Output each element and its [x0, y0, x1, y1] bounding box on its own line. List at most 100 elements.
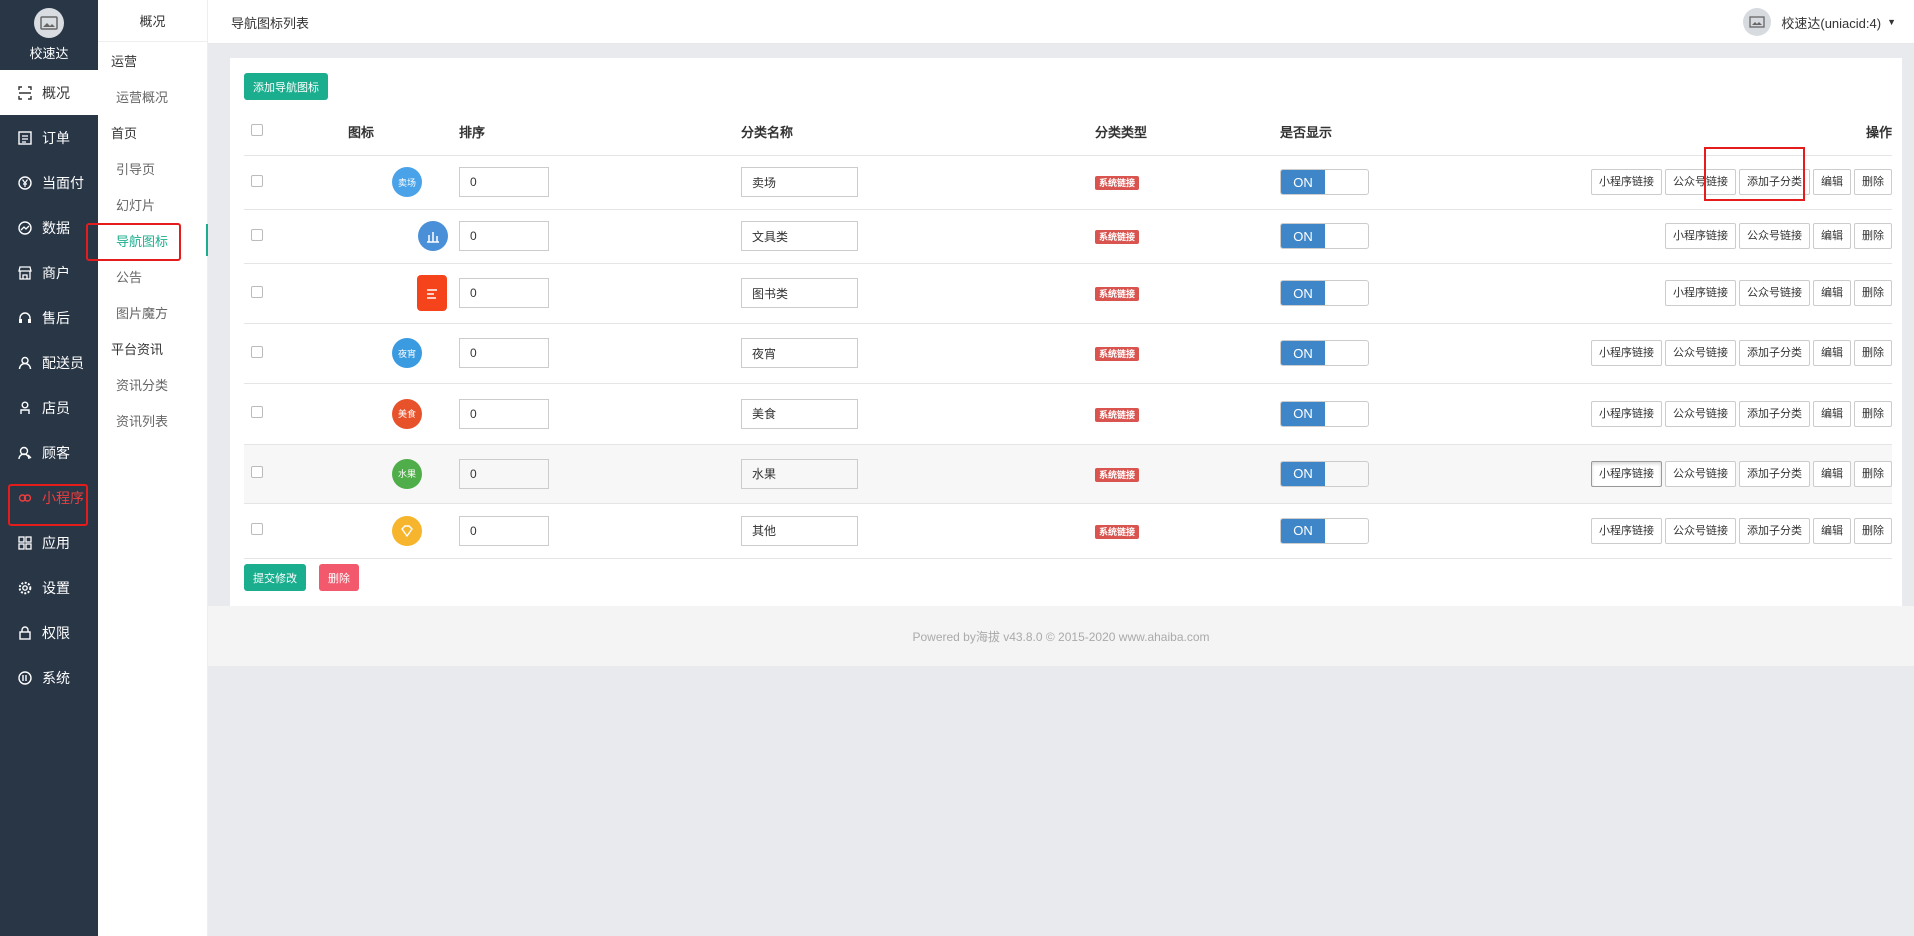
row-checkbox[interactable] — [251, 174, 263, 187]
submit-changes-button[interactable]: 提交修改 — [244, 564, 306, 591]
row-checkbox[interactable] — [251, 285, 263, 298]
visible-toggle[interactable]: ON — [1280, 400, 1369, 427]
subnav-item-notice[interactable]: 公告 — [98, 258, 207, 294]
add-subcategory-button[interactable]: 添加子分类 — [1739, 340, 1810, 366]
delete-button[interactable]: 删除 — [1854, 280, 1892, 306]
customer-icon — [16, 446, 34, 460]
miniprogram-link-button[interactable]: 小程序链接 — [1591, 460, 1662, 487]
sidebar-item-label: 系统 — [42, 669, 70, 686]
type-badge: 系统链接 — [1095, 230, 1140, 244]
category-name-input[interactable]: 美食 — [741, 398, 858, 429]
visible-toggle[interactable]: ON — [1280, 460, 1369, 487]
subnav-item-news-list[interactable]: 资讯列表 — [98, 402, 207, 438]
sidebar-item-customer[interactable]: 顾客 — [0, 430, 98, 475]
sidebar-item-settings[interactable]: 设置 — [0, 565, 98, 610]
miniprogram-link-button[interactable]: 小程序链接 — [1591, 400, 1662, 427]
subnav-item-image-cube[interactable]: 图片魔方 — [98, 294, 207, 330]
subnav-group-home: 首页 — [111, 125, 138, 141]
fruit-icon: 水果 — [392, 458, 422, 489]
edit-button[interactable]: 编辑 — [1813, 400, 1851, 427]
miniprogram-link-button[interactable]: 小程序链接 — [1591, 169, 1662, 195]
sort-input[interactable]: 0 — [459, 167, 549, 197]
edit-button[interactable]: 编辑 — [1813, 517, 1851, 544]
table-row: 卖场 0 卖场 系统链接 ON 小程序链接 公众号链接 添加子分类 编辑 删除 — [244, 155, 1892, 210]
sort-input[interactable]: 0 — [459, 278, 549, 308]
sort-input[interactable]: 0 — [459, 398, 549, 429]
sidebar-item-merchant[interactable]: 商户 — [0, 250, 98, 295]
subnav-item-slides[interactable]: 幻灯片 — [98, 186, 207, 222]
mp-link-button[interactable]: 公众号链接 — [1739, 223, 1810, 249]
sidebar-item-overview[interactable]: 概况 — [0, 70, 98, 115]
apps-icon — [16, 535, 34, 550]
staff-icon — [16, 401, 34, 415]
subnav-item-operation-overview[interactable]: 运营概况 — [98, 78, 207, 114]
sub-sidebar: 概况 运营 运营概况 首页 引导页 幻灯片 导航图标 公告 图片魔方 平台资讯 … — [98, 0, 208, 936]
table-row: 0 图书类 系统链接 ON 小程序链接 公众号链接 编辑 删除 — [244, 263, 1892, 324]
sidebar-item-courier[interactable]: 配送员 — [0, 340, 98, 385]
category-name-input[interactable]: 文具类 — [741, 221, 858, 251]
delete-button[interactable]: 删除 — [1854, 517, 1892, 544]
visible-toggle[interactable]: ON — [1280, 517, 1369, 544]
brand-avatar[interactable] — [34, 8, 64, 38]
add-subcategory-button[interactable]: 添加子分类 — [1739, 400, 1810, 427]
add-subcategory-button[interactable]: 添加子分类 — [1739, 517, 1810, 544]
row-checkbox[interactable] — [251, 406, 263, 418]
edit-button[interactable]: 编辑 — [1813, 340, 1851, 366]
visible-toggle[interactable]: ON — [1280, 223, 1369, 249]
visible-toggle[interactable]: ON — [1280, 340, 1369, 366]
add-subcategory-button[interactable]: 添加子分类 — [1739, 460, 1810, 487]
edit-button[interactable]: 编辑 — [1813, 460, 1851, 487]
miniprogram-link-button[interactable]: 小程序链接 — [1665, 280, 1736, 306]
delete-button[interactable]: 删除 — [1854, 223, 1892, 249]
category-name-input[interactable]: 水果 — [741, 458, 858, 489]
sidebar-item-facepay[interactable]: 当面付 — [0, 160, 98, 205]
sidebar-item-system[interactable]: 系统 — [0, 655, 98, 700]
category-name-input[interactable]: 其他 — [741, 515, 858, 546]
delete-button[interactable]: 删除 — [1854, 340, 1892, 366]
miniprogram-link-button[interactable]: 小程序链接 — [1591, 340, 1662, 366]
category-name-input[interactable]: 卖场 — [741, 167, 858, 197]
user-menu[interactable]: 校速达(uniacid:4) ▼ — [1743, 8, 1896, 36]
mp-link-button[interactable]: 公众号链接 — [1665, 400, 1736, 427]
row-checkbox[interactable] — [251, 345, 263, 358]
sort-input[interactable]: 0 — [459, 221, 549, 251]
edit-button[interactable]: 编辑 — [1813, 169, 1851, 195]
sort-input[interactable]: 0 — [459, 338, 549, 368]
subnav-item-news-category[interactable]: 资讯分类 — [98, 366, 207, 402]
sort-input[interactable]: 0 — [459, 515, 549, 546]
mp-link-button[interactable]: 公众号链接 — [1739, 280, 1810, 306]
miniprogram-link-button[interactable]: 小程序链接 — [1591, 517, 1662, 544]
batch-delete-button[interactable]: 删除 — [319, 564, 359, 591]
shop-icon — [16, 265, 34, 280]
col-name: 分类名称 — [741, 108, 1095, 156]
mp-link-button[interactable]: 公众号链接 — [1665, 340, 1736, 366]
row-checkbox[interactable] — [251, 228, 263, 241]
sidebar-item-data[interactable]: 数据 — [0, 205, 98, 250]
row-checkbox[interactable] — [251, 466, 263, 478]
type-badge: 系统链接 — [1095, 467, 1140, 482]
category-name-input[interactable]: 夜宵 — [741, 338, 858, 368]
delete-button[interactable]: 删除 — [1854, 400, 1892, 427]
mp-link-button[interactable]: 公众号链接 — [1665, 517, 1736, 544]
sidebar-item-apps[interactable]: 应用 — [0, 520, 98, 565]
sidebar-item-label: 售后 — [42, 309, 70, 326]
subnav-item-guide[interactable]: 引导页 — [98, 150, 207, 186]
visible-toggle[interactable]: ON — [1280, 169, 1369, 195]
visible-toggle[interactable]: ON — [1280, 280, 1369, 306]
row-checkbox[interactable] — [251, 523, 263, 535]
sidebar-item-staff[interactable]: 店员 — [0, 385, 98, 430]
delete-button[interactable]: 删除 — [1854, 169, 1892, 195]
sidebar-item-aftersale[interactable]: 售后 — [0, 295, 98, 340]
sidebar-item-label: 商户 — [42, 264, 70, 281]
select-all-checkbox[interactable] — [251, 123, 263, 136]
add-nav-icon-button[interactable]: 添加导航图标 — [244, 73, 328, 100]
edit-button[interactable]: 编辑 — [1813, 223, 1851, 249]
edit-button[interactable]: 编辑 — [1813, 280, 1851, 306]
sidebar-item-permission[interactable]: 权限 — [0, 610, 98, 655]
sort-input[interactable]: 0 — [459, 458, 549, 489]
category-name-input[interactable]: 图书类 — [741, 278, 858, 308]
delete-button[interactable]: 删除 — [1854, 460, 1892, 487]
sidebar-item-order[interactable]: 订单 — [0, 115, 98, 160]
mp-link-button[interactable]: 公众号链接 — [1665, 460, 1736, 487]
miniprogram-link-button[interactable]: 小程序链接 — [1665, 223, 1736, 249]
